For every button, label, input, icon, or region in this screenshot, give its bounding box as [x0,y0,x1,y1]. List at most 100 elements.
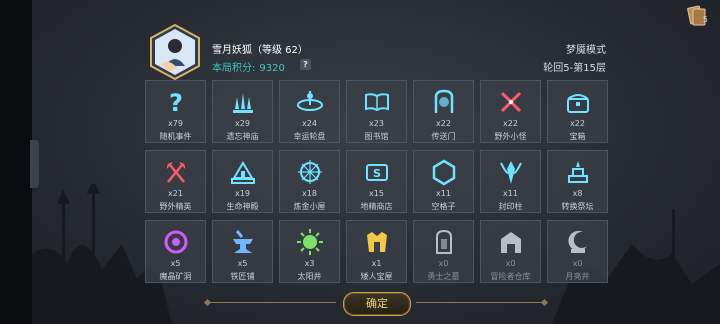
crossed-swords-icon [500,91,522,113]
anvil-icon [233,230,253,253]
event-label: 太阳井 [297,272,322,281]
event-label: 宝箱 [569,132,586,141]
seal-pillar-icon [500,161,522,184]
player-avatar[interactable] [147,24,203,80]
left-edge-bar [0,0,32,324]
event-cell[interactable]: x22 传送门 [413,80,474,143]
event-label: 封印柱 [498,202,523,211]
svg-text:?: ? [169,89,183,117]
event-cell[interactable]: x22 宝箱 [547,80,608,143]
portal-icon [434,89,454,113]
hexagon-icon [432,159,456,186]
event-cell[interactable]: x1 矮人宝屋 [346,220,407,283]
event-label: 幸运轮盘 [293,132,326,141]
crystal-mine-icon [164,230,188,254]
event-label: 野外小怪 [494,132,527,141]
event-label: 传送门 [431,132,456,141]
event-label: 矮人宝屋 [360,272,393,281]
event-cell[interactable]: x23 图书馆 [346,80,407,143]
event-count: x22 [436,119,451,128]
confirm-button[interactable]: 确定 [343,292,411,316]
event-count: x18 [302,189,317,198]
event-cell[interactable]: x11 空格子 [413,150,474,213]
event-label: 冒险者仓库 [490,272,531,281]
event-count: x24 [302,119,317,128]
event-count: x3 [304,259,315,268]
event-count: x22 [503,119,518,128]
event-cell[interactable]: x22 野外小怪 [480,80,541,143]
side-drawer-handle[interactable] [30,140,39,188]
event-count: x21 [168,189,183,198]
event-label: 空格子 [431,202,456,211]
event-count: x15 [369,189,384,198]
event-count: x0 [505,259,516,268]
event-label: 炼金小屋 [293,202,326,211]
shrine-icon [231,161,255,184]
event-count: x23 [369,119,384,128]
event-cell[interactable]: x8 转换祭坛 [547,150,608,213]
event-cell[interactable]: x3 太阳井 [279,220,340,283]
dwarf-vault-icon [367,232,387,252]
event-cell[interactable]: x19 生命神殿 [212,150,273,213]
event-cell[interactable]: x0 月亮井 [547,220,608,283]
event-label: 转换祭坛 [561,202,594,211]
event-cell[interactable]: ? x79 随机事件 [145,80,206,143]
event-label: 遗忘神庙 [226,132,259,141]
event-label: 生命神殿 [226,202,259,211]
event-cell[interactable]: x0 勇士之墓 [413,220,474,283]
question-icon: ? [169,89,183,117]
event-cell[interactable]: x24 幸运轮盘 [279,80,340,143]
event-count: x79 [168,119,183,128]
wheel-icon [297,91,323,111]
svg-text:S: S [373,167,381,180]
event-count: x11 [503,189,518,198]
event-label: 图书馆 [364,132,389,141]
event-cell[interactable]: x29 遗忘神庙 [212,80,273,143]
divider-right [416,302,544,303]
divider-left [208,302,336,303]
moon-well-icon [568,230,587,253]
event-label: 随机事件 [159,132,192,141]
event-count: x29 [235,119,250,128]
event-cell[interactable]: x18 炼金小屋 [279,150,340,213]
event-count: x1 [371,259,382,268]
event-count: x5 [237,259,248,268]
alchemy-icon [298,160,322,184]
event-count: x8 [572,189,583,198]
event-cell[interactable]: x21 野外精英 [145,150,206,213]
book-icon [365,93,389,112]
tomb-icon [436,229,452,254]
event-count: x5 [170,259,181,268]
event-count: x11 [436,189,451,198]
event-label: 地精商店 [360,202,393,211]
event-count: x0 [572,259,583,268]
sun-well-icon [297,229,323,255]
event-cell[interactable]: x5 铁匠铺 [212,220,273,283]
event-cell[interactable]: Sx15 地精商店 [346,150,407,213]
player-name: 雪月妖狐（等级 62） [212,45,308,56]
event-label: 勇士之墓 [427,272,460,281]
crossed-axes-icon [166,162,186,183]
temple-icon [233,93,253,113]
altar-icon [568,161,588,183]
warehouse-icon [501,232,521,253]
event-label: 铁匠铺 [230,272,255,281]
event-label: 野外精英 [159,202,192,211]
event-count: x0 [438,259,449,268]
score-value: 9320 [259,63,285,74]
event-cell[interactable]: x0 冒险者仓库 [480,220,541,283]
event-cell[interactable]: x11 封印柱 [480,150,541,213]
help-button[interactable]: ? [300,59,311,70]
shop-icon: S [366,164,388,181]
event-count: x22 [570,119,585,128]
event-label: 月亮井 [565,272,590,281]
deck-count: 5 [702,15,708,24]
event-count: x19 [235,189,250,198]
score-label: 本局积分: [212,63,256,74]
score-line: 本局积分: 9320 [212,59,285,74]
event-label: 魔晶矿洞 [159,272,192,281]
chest-icon [567,94,589,113]
event-cell[interactable]: x5 魔晶矿洞 [145,220,206,283]
round-floor-label: 轮回5-第15层 [543,63,606,74]
game-mode-label: 梦魇模式 [566,45,606,56]
